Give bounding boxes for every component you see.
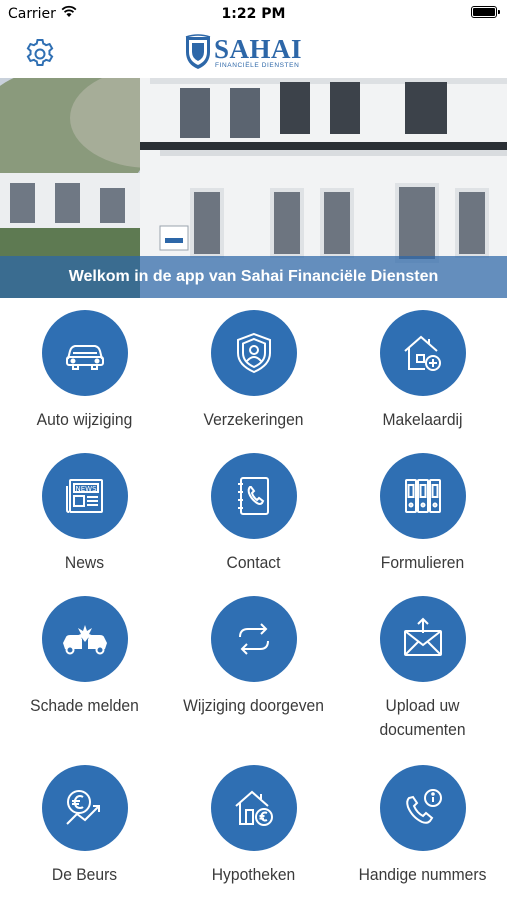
tile-label: Verzekeringen: [203, 410, 304, 429]
phone-info-icon: [380, 765, 466, 851]
menu-tile-upload-documenten[interactable]: Upload uw documenten: [338, 592, 507, 742]
menu-tile-makelaardij[interactable]: Makelaardij: [338, 306, 507, 456]
menu-tile-de-beurs[interactable]: De Beurs: [0, 761, 169, 911]
menu-tile-contact[interactable]: Contact: [169, 449, 338, 599]
logo-subtitle: FINANCIËLE DIENSTEN: [215, 62, 300, 69]
car-crash-icon: [42, 596, 128, 682]
clock: 1:22 PM: [221, 6, 286, 22]
gear-icon: [26, 39, 54, 66]
tile-label: Formulieren: [380, 553, 465, 572]
tile-label: News: [64, 553, 105, 572]
menu-tile-auto-wijziging[interactable]: Auto wijziging: [0, 306, 169, 456]
sahai-logo: SAHAI FINANCIËLE DIENSTEN: [184, 34, 324, 74]
tile-label: Handige nummers: [358, 865, 487, 884]
tile-label: Schade melden: [30, 696, 139, 715]
binders-icon: [380, 453, 466, 539]
house-euro-icon: [211, 765, 297, 851]
shield-user-icon: [211, 310, 297, 396]
menu-tile-formulieren[interactable]: Formulieren: [338, 449, 507, 599]
tile-label: De Beurs: [51, 865, 118, 884]
tile-label: Wijziging doorgeven: [183, 696, 324, 715]
euro-trend-icon: [42, 765, 128, 851]
tile-label: Contact: [226, 553, 281, 572]
battery-icon: [471, 6, 500, 18]
hero-banner: Welkom in de app van Sahai Financiële Di…: [0, 78, 507, 298]
upload-envelope-icon: [380, 596, 466, 682]
menu-tile-verzekeringen[interactable]: Verzekeringen: [169, 306, 338, 456]
nav-bar: SAHAI FINANCIËLE DIENSTEN: [0, 28, 507, 78]
settings-button[interactable]: [22, 36, 58, 72]
car-icon: [42, 310, 128, 396]
welcome-banner: Welkom in de app van Sahai Financiële Di…: [0, 256, 507, 298]
logo-name: SAHAI: [214, 34, 303, 64]
tile-label: Hypotheken: [211, 865, 296, 884]
shield-crest-icon: [185, 34, 211, 69]
tile-label: Makelaardij: [382, 410, 463, 429]
menu-tile-news[interactable]: NEWS News: [0, 449, 169, 599]
sync-arrows-icon: [211, 596, 297, 682]
menu-tile-schade-melden[interactable]: Schade melden: [0, 592, 169, 742]
menu-tile-handige-nummers[interactable]: Handige nummers: [338, 761, 507, 911]
tile-label: Auto wijziging: [36, 410, 133, 429]
status-bar: Carrier 1:22 PM: [0, 0, 507, 28]
phone-book-icon: [211, 453, 297, 539]
svg-text:NEWS: NEWS: [75, 485, 97, 493]
tile-label: Upload uw documenten: [379, 696, 466, 739]
menu-tile-hypotheken[interactable]: Hypotheken: [169, 761, 338, 911]
house-plus-icon: [380, 310, 466, 396]
newspaper-icon: NEWS: [42, 453, 128, 539]
menu-tile-wijziging-doorgeven[interactable]: Wijziging doorgeven: [169, 592, 338, 742]
